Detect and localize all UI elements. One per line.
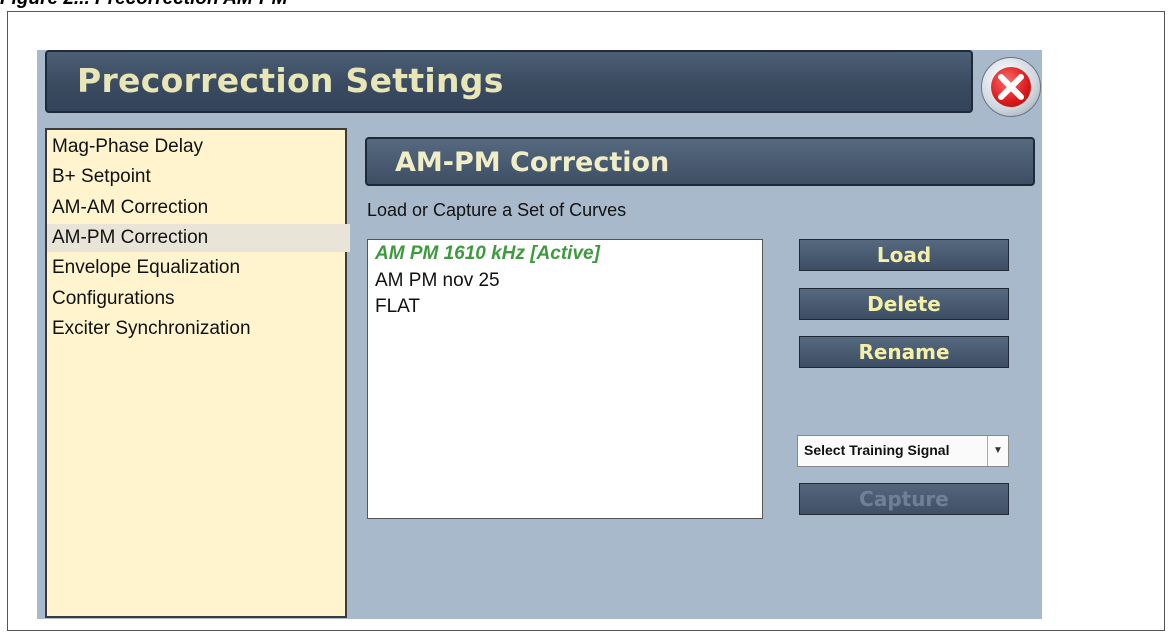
menu-item-mag-phase-delay[interactable]: Mag-Phase Delay <box>51 133 344 161</box>
menu-item-envelope-equalization[interactable]: Envelope Equalization <box>51 254 344 282</box>
title-bar: Precorrection Settings <box>45 50 973 113</box>
section-subtitle: Load or Capture a Set of Curves <box>367 200 627 220</box>
menu-item-am-pm-correction[interactable]: AM-PM Correction <box>47 224 350 252</box>
settings-menu: Mag-Phase Delay B+ Setpoint AM-AM Correc… <box>45 128 350 618</box>
curve-item[interactable]: FLAT <box>375 296 420 318</box>
curve-item[interactable]: AM PM nov 25 <box>375 270 500 292</box>
section-title: AM-PM Correction <box>395 147 670 178</box>
curves-list[interactable]: AM PM 1610 kHz [Active] AM PM nov 25 FLA… <box>367 239 763 519</box>
menu-item-am-am-correction[interactable]: AM-AM Correction <box>51 194 344 222</box>
training-signal-select[interactable]: Select Training Signal ▼ <box>797 435 1009 467</box>
delete-button[interactable]: Delete <box>799 288 1009 320</box>
load-button[interactable]: Load <box>799 239 1009 271</box>
section-header: AM-PM Correction <box>365 137 1035 186</box>
capture-button[interactable]: Capture <box>799 483 1009 515</box>
chevron-down-icon[interactable]: ▼ <box>987 436 1008 466</box>
menu-item-exciter-synchronization[interactable]: Exciter Synchronization <box>51 315 344 343</box>
figure-caption: Figure 2... Precorrection AM-PM <box>0 0 288 10</box>
close-button[interactable] <box>981 57 1041 117</box>
precorrection-screen: Precorrection Settings Mag-Phase Delay B… <box>37 50 1042 619</box>
close-x-glyph <box>998 74 1024 100</box>
training-signal-value: Select Training Signal <box>804 442 950 458</box>
figure-frame: Precorrection Settings Mag-Phase Delay B… <box>7 11 1165 631</box>
page-title: Precorrection Settings <box>77 61 504 100</box>
menu-item-b-plus-setpoint[interactable]: B+ Setpoint <box>51 163 344 191</box>
rename-button[interactable]: Rename <box>799 336 1009 368</box>
curve-item-active[interactable]: AM PM 1610 kHz [Active] <box>375 243 600 265</box>
menu-item-configurations[interactable]: Configurations <box>51 285 344 313</box>
